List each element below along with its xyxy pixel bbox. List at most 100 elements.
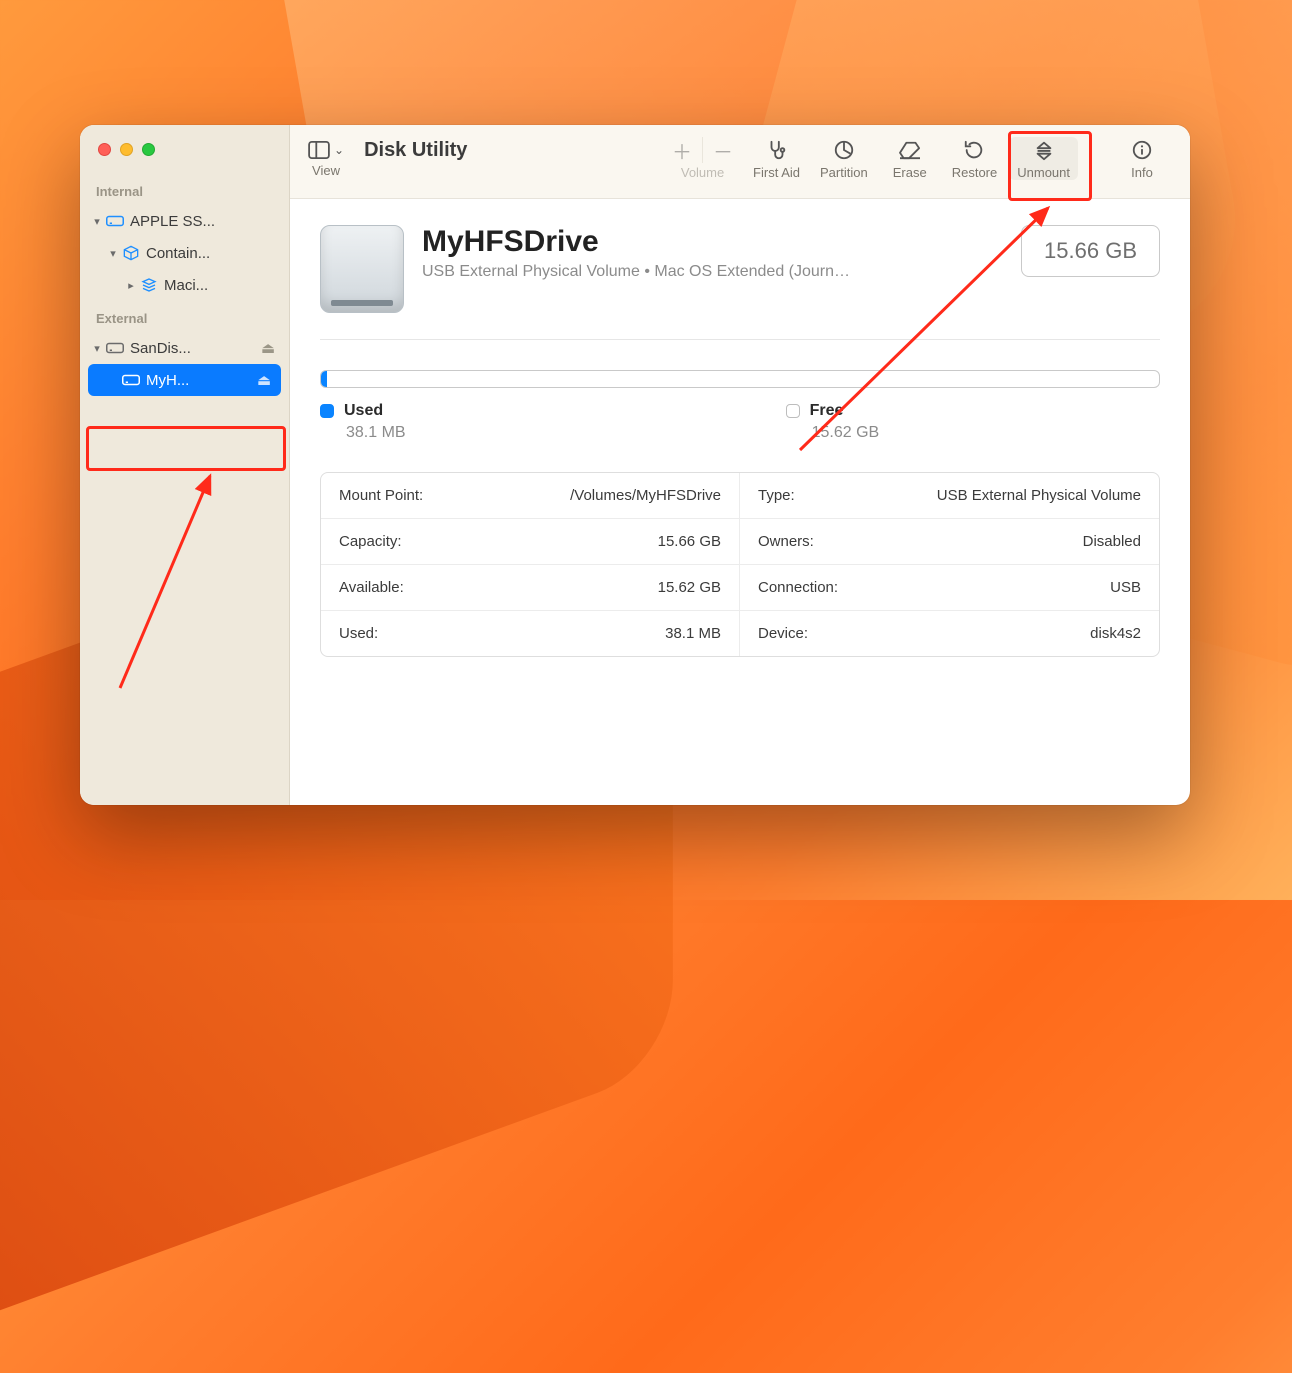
detail-value: USB External Physical Volume: [937, 487, 1141, 504]
detail-key: Capacity:: [339, 533, 402, 550]
volume-size-display: 15.66 GB: [1021, 225, 1160, 277]
sidebar-item-internal-disk[interactable]: ▾ APPLE SS...: [80, 205, 289, 237]
swatch-used: [320, 404, 334, 418]
external-drive-artwork: [320, 225, 404, 313]
external-disk-icon: [104, 341, 126, 355]
unmount-button[interactable]: Unmount: [1009, 137, 1078, 180]
minimize-window-button[interactable]: [120, 143, 133, 156]
legend-free: Free 15.62 GB: [786, 402, 880, 442]
toolbar-label: Partition: [820, 165, 868, 180]
disk-utility-window: Internal ▾ APPLE SS... ▾ Contain... ▸ Ma…: [80, 125, 1190, 805]
detail-value: disk4s2: [1090, 625, 1141, 642]
sidebar-item-label: Maci...: [160, 277, 279, 294]
partition-button[interactable]: Partition: [812, 137, 876, 180]
detail-value: /Volumes/MyHFSDrive: [570, 487, 721, 504]
detail-key: Owners:: [758, 533, 814, 550]
sidebar-item-label: MyH...: [142, 372, 257, 389]
volume-stack-icon: [138, 277, 160, 293]
legend-label: Free: [810, 402, 844, 420]
sidebar-item-macintosh-hd[interactable]: ▸ Maci...: [80, 269, 289, 301]
eraser-icon: [898, 137, 922, 163]
content-area: MyHFSDrive USB External Physical Volume …: [290, 199, 1190, 805]
detail-value: USB: [1110, 579, 1141, 596]
sidebar-layout-icon: [308, 141, 330, 159]
legend-used: Used 38.1 MB: [320, 402, 406, 442]
toolbar-label: First Aid: [753, 165, 800, 180]
chevron-down-icon[interactable]: ▾: [90, 342, 104, 355]
legend-value: 38.1 MB: [320, 424, 406, 442]
detail-value: 15.62 GB: [658, 579, 721, 596]
toolbar-label: Volume: [681, 165, 724, 180]
divider: [320, 339, 1160, 340]
volume-add-remove-button: ＋ － Volume: [664, 137, 741, 180]
legend-value: 15.62 GB: [786, 424, 880, 442]
minus-icon: －: [713, 136, 733, 165]
sidebar-item-container[interactable]: ▾ Contain...: [80, 237, 289, 269]
details-left-column: Mount Point: /Volumes/MyHFSDrive Capacity…: [321, 473, 740, 656]
detail-row: Mount Point: /Volumes/MyHFSDrive: [321, 473, 739, 519]
info-icon: [1131, 137, 1153, 163]
app-title: Disk Utility: [364, 139, 467, 162]
zoom-window-button[interactable]: [142, 143, 155, 156]
sidebar-item-label: Contain...: [142, 245, 279, 262]
container-icon: [120, 245, 142, 261]
eject-icon[interactable]: ⏏: [261, 339, 279, 357]
detail-key: Mount Point:: [339, 487, 423, 504]
sidebar: Internal ▾ APPLE SS... ▾ Contain... ▸ Ma…: [80, 125, 290, 805]
eject-stack-icon: [1033, 137, 1055, 163]
restore-button[interactable]: Restore: [944, 137, 1006, 180]
chevron-down-icon[interactable]: ▾: [90, 215, 104, 228]
stethoscope-icon: [766, 137, 788, 163]
usage-bar: [320, 370, 1160, 388]
usage-legend: Used 38.1 MB Free 15.62 GB: [320, 402, 1160, 442]
toolbar-label: Unmount: [1017, 165, 1070, 180]
swatch-free: [786, 404, 800, 418]
chevron-right-icon[interactable]: ▸: [124, 279, 138, 292]
pie-chart-icon: [833, 137, 855, 163]
main-pane: ⌄ View Disk Utility ＋ － Volume: [290, 125, 1190, 805]
plus-icon: ＋: [672, 136, 692, 165]
erase-button[interactable]: Erase: [880, 137, 940, 180]
external-volume-icon: [120, 373, 142, 387]
chevron-down-icon[interactable]: ▾: [106, 247, 120, 260]
detail-row: Available: 15.62 GB: [321, 565, 739, 611]
sidebar-section-internal: Internal: [80, 174, 289, 205]
detail-row: Type:USB External Physical Volume: [740, 473, 1159, 519]
toolbar-label: View: [312, 163, 340, 178]
usage-bar-used-segment: [321, 371, 327, 387]
close-window-button[interactable]: [98, 143, 111, 156]
details-table: Mount Point: /Volumes/MyHFSDrive Capacity…: [320, 472, 1160, 657]
detail-row: Device: disk4s2: [740, 611, 1159, 656]
sidebar-item-label: SanDis...: [126, 340, 261, 357]
sidebar-item-label: APPLE SS...: [126, 213, 279, 230]
detail-value: 15.66 GB: [658, 533, 721, 550]
info-button[interactable]: Info: [1112, 137, 1172, 180]
volume-header: MyHFSDrive USB External Physical Volume …: [320, 225, 1160, 313]
toolbar-label: Erase: [893, 165, 927, 180]
toolbar: ⌄ View Disk Utility ＋ － Volume: [290, 125, 1190, 199]
detail-value: 38.1 MB: [665, 625, 721, 642]
window-controls: [80, 139, 289, 174]
first-aid-button[interactable]: First Aid: [745, 137, 808, 180]
toolbar-label: Info: [1131, 165, 1153, 180]
detail-key: Available:: [339, 579, 404, 596]
toolbar-label: Restore: [952, 165, 998, 180]
legend-label: Used: [344, 402, 383, 420]
detail-key: Connection:: [758, 579, 838, 596]
eject-icon[interactable]: ⏏: [257, 371, 275, 389]
detail-row: Used: 38.1 MB: [321, 611, 739, 656]
internal-disk-icon: [104, 214, 126, 228]
volume-name: MyHFSDrive: [422, 225, 850, 259]
volume-subtitle: USB External Physical Volume • Mac OS Ex…: [422, 263, 850, 281]
detail-key: Device:: [758, 625, 808, 642]
chevron-down-icon: ⌄: [334, 143, 344, 157]
sidebar-section-external: External: [80, 301, 289, 332]
restore-arrow-icon: [963, 137, 985, 163]
detail-row: Capacity: 15.66 GB: [321, 519, 739, 565]
sidebar-item-external-disk[interactable]: ▾ SanDis... ⏏: [80, 332, 289, 364]
sidebar-item-myhfsdrive[interactable]: MyH... ⏏: [88, 364, 281, 396]
detail-key: Used:: [339, 625, 378, 642]
view-toggle-button[interactable]: ⌄ View: [308, 137, 344, 178]
detail-row: Owners:Disabled: [740, 519, 1159, 565]
detail-row: Connection: USB: [740, 565, 1159, 611]
